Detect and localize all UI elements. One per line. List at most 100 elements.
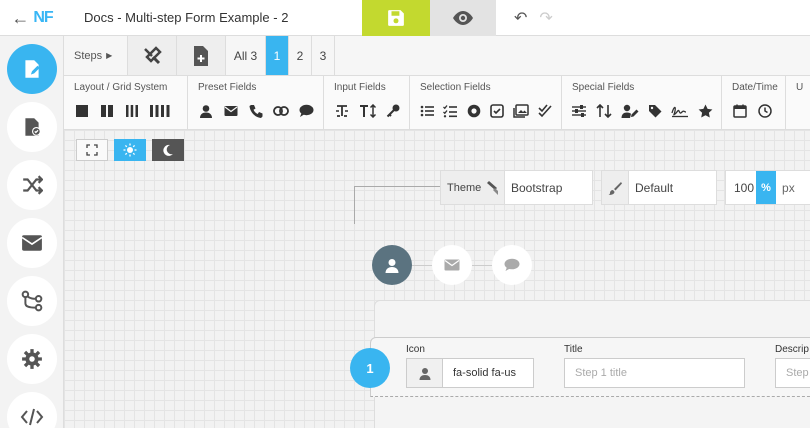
tab-step-1[interactable]: 1 (266, 36, 289, 75)
style-value: Default (635, 180, 674, 195)
text-height-icon[interactable] (359, 103, 377, 119)
col-2-icon[interactable] (99, 103, 115, 119)
arrow-left-icon: ← (11, 7, 30, 28)
envelope-icon[interactable] (223, 103, 239, 119)
caret-right-icon: ▶ (106, 51, 113, 60)
group-label: Selection Fields (420, 82, 491, 93)
sidebar-item-form-settings[interactable] (7, 102, 57, 152)
group-label: Input Fields (334, 82, 386, 93)
preview-button[interactable] (430, 0, 496, 36)
list-check-icon[interactable] (443, 103, 458, 119)
width-value: 100 (734, 180, 755, 195)
steps-toggle[interactable]: Steps ▶ (64, 36, 128, 75)
gear-icon (22, 349, 42, 369)
group-special-fields: Special Fields (562, 76, 722, 129)
width-input[interactable]: 100 % px (725, 170, 810, 205)
style-select[interactable]: Default (601, 170, 717, 205)
file-check-icon (25, 118, 41, 136)
step-title-input[interactable]: Step 1 title (564, 358, 745, 388)
key-icon[interactable] (386, 103, 402, 119)
theme-label: Theme (447, 181, 482, 194)
fullscreen-button[interactable] (76, 139, 108, 161)
moon-icon (163, 144, 173, 156)
group-label: Date/Time (732, 82, 778, 93)
app-logo: NF (33, 9, 53, 26)
field-palette: Layout / Grid System Preset Fields Input… (64, 76, 810, 130)
user-icon[interactable] (198, 103, 214, 119)
step-icon-field[interactable]: fa-solid fa-us (406, 358, 534, 388)
expand-icon (86, 144, 98, 156)
sidebar (0, 36, 64, 428)
envelope-icon (21, 235, 43, 251)
group-label: Layout / Grid System (74, 82, 168, 93)
sidebar-item-steps[interactable] (7, 276, 57, 326)
user-icon (385, 258, 399, 273)
text-cursor-icon[interactable] (334, 103, 350, 119)
sidebar-item-form-editor[interactable] (7, 44, 57, 94)
steps-label: Steps (74, 49, 103, 62)
radio-icon[interactable] (467, 103, 481, 119)
col-4-icon[interactable] (149, 103, 171, 119)
col-3-icon[interactable] (124, 103, 140, 119)
tag-icon[interactable] (648, 103, 663, 119)
step-number-badge: 1 (350, 348, 390, 388)
tab-step-2[interactable]: 2 (289, 36, 312, 75)
user-edit-icon[interactable] (621, 103, 639, 119)
step-navigation (372, 245, 532, 285)
image-icon[interactable] (513, 103, 529, 119)
phone-icon[interactable] (248, 103, 264, 119)
group-preset-fields: Preset Fields (188, 76, 324, 129)
redo-icon[interactable]: ↷ (539, 8, 552, 28)
col-1-icon[interactable] (74, 103, 90, 119)
tab-all-steps[interactable]: All 3 (226, 36, 266, 75)
link-icon[interactable] (273, 103, 289, 119)
icon-label: Icon (406, 344, 425, 355)
title-label: Title (564, 344, 583, 355)
comment-icon[interactable] (298, 103, 314, 119)
clock-icon[interactable] (757, 103, 773, 119)
group-label: Special Fields (572, 82, 635, 93)
add-step-button[interactable] (177, 36, 226, 75)
file-pen-icon (25, 60, 40, 78)
sidebar-item-logic[interactable] (7, 160, 57, 210)
light-mode-button[interactable] (114, 139, 146, 161)
sidebar-item-code[interactable] (7, 392, 57, 428)
list-icon[interactable] (420, 103, 435, 119)
step-icon-value: fa-solid fa-us (453, 367, 516, 379)
px-unit-toggle[interactable]: px (776, 171, 801, 204)
description-label: Descrip (775, 344, 809, 355)
sort-icon[interactable] (595, 103, 612, 119)
group-label: Preset Fields (198, 82, 257, 93)
sidebar-item-settings[interactable] (7, 334, 57, 384)
back-button[interactable]: ← NF (0, 0, 64, 36)
percent-unit-toggle[interactable]: % (756, 171, 777, 204)
star-icon[interactable] (698, 103, 713, 119)
brush-icon (608, 181, 622, 195)
theme-select[interactable]: Theme Bootstrap (440, 170, 593, 205)
undo-icon[interactable]: ↶ (514, 8, 527, 28)
comment-icon (504, 258, 520, 271)
step-description-input[interactable]: Step (775, 358, 810, 388)
tab-step-3[interactable]: 3 (312, 36, 335, 75)
steps-toolbar: Steps ▶ All 3 1 2 3 (64, 36, 810, 76)
save-button[interactable] (362, 0, 430, 36)
sliders-icon[interactable] (572, 103, 587, 119)
eye-icon (453, 11, 473, 25)
shuffle-icon (23, 175, 43, 195)
step-nav-2[interactable] (432, 245, 472, 285)
step-nav-3[interactable] (492, 245, 532, 285)
double-check-icon[interactable] (538, 103, 553, 119)
group-label: U (796, 82, 804, 93)
calendar-icon[interactable] (732, 103, 748, 119)
paint-roller-icon (487, 180, 498, 195)
step-nav-1[interactable] (372, 245, 412, 285)
form-canvas[interactable]: Theme Bootstrap Default 100 % px 1 Icon … (64, 130, 810, 428)
sidebar-item-email[interactable] (7, 218, 57, 268)
top-bar: ← NF Docs - Multi-step Form Example - 2 … (0, 0, 810, 36)
signature-icon[interactable] (671, 103, 689, 119)
step-tools-button[interactable] (128, 36, 177, 75)
checkbox-icon[interactable] (490, 103, 504, 119)
sun-icon (123, 143, 137, 157)
group-input-fields: Input Fields (324, 76, 410, 129)
dark-mode-button[interactable] (152, 139, 184, 161)
